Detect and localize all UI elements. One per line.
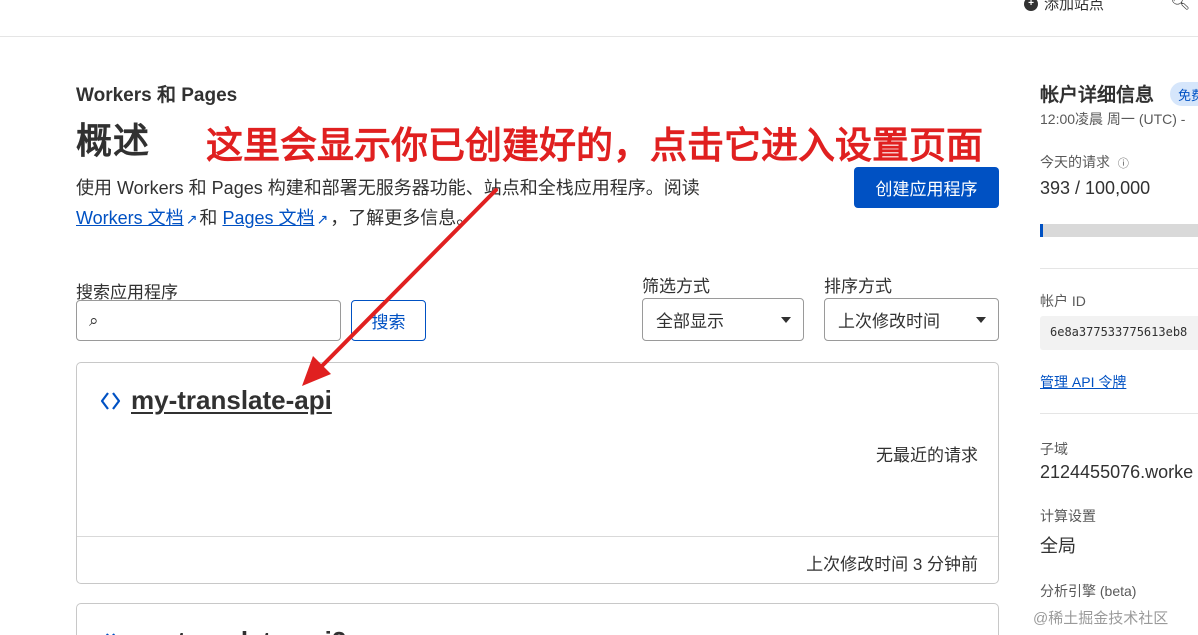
divider	[1040, 413, 1198, 414]
description-text: 使用 Workers 和 Pages 构建和部署无服务器功能、站点和全栈应用程序…	[76, 178, 700, 198]
plan-badge: 免费	[1170, 82, 1198, 106]
workers-docs-link[interactable]: Workers 文档	[76, 208, 184, 228]
filter-selected-value: 全部显示	[656, 312, 724, 331]
analytics-engine-label: 分析引擎 (beta)	[1040, 583, 1137, 599]
search-button[interactable]: 搜索	[351, 300, 426, 341]
search-field: ⌕	[76, 300, 341, 341]
requests-progress-bar	[1040, 224, 1198, 237]
subdomain-label: 子域	[1040, 441, 1068, 457]
account-time: 12:00凌晨 周一 (UTC) -	[1040, 111, 1186, 127]
description-tail: ，了解更多信息。	[330, 208, 475, 228]
search-input[interactable]	[113, 307, 333, 335]
app-card[interactable]: my-translate-api 无最近的请求 上次修改时间 3 分钟前	[76, 362, 999, 584]
app-name-row: my-translate-api2	[99, 626, 346, 635]
account-id-value[interactable]: 6e8a377533775613eb8	[1040, 316, 1198, 350]
workers-icon	[100, 391, 121, 410]
page-description: 使用 Workers 和 Pages 构建和部署无服务器功能、站点和全栈应用程序…	[76, 173, 816, 234]
app-name-link[interactable]: my-translate-api2	[131, 626, 346, 635]
page-subtitle: Workers 和 Pages	[76, 85, 238, 106]
annotation-text: 这里会显示你已创建好的，点击它进入设置页面	[206, 125, 983, 166]
top-bar: + 添加站点 🔍︎	[0, 0, 1198, 37]
requests-value: 393 / 100,000	[1040, 178, 1151, 198]
add-site-button[interactable]: + 添加站点	[1024, 0, 1104, 14]
page-title: 概述	[76, 120, 151, 161]
sort-label: 排序方式	[824, 277, 892, 296]
compute-settings-value: 全局	[1040, 536, 1076, 556]
app-name-row: my-translate-api	[99, 385, 332, 416]
requests-label-row: 今天的请求 ⓘ	[1040, 152, 1129, 172]
divider	[1040, 268, 1198, 269]
search-icon: ⌕	[89, 311, 99, 330]
chevron-down-icon	[976, 317, 986, 323]
requests-progress-fill	[1040, 224, 1043, 237]
app-card[interactable]: my-translate-api2	[76, 603, 999, 635]
subdomain-value: 2124455076.worke	[1040, 462, 1194, 482]
plus-icon: +	[1024, 0, 1038, 11]
watermark: @稀土掘金技术社区	[1033, 610, 1169, 627]
chevron-down-icon	[781, 317, 791, 323]
app-modified-time: 上次修改时间 3 分钟前	[806, 555, 978, 574]
sort-select[interactable]: 上次修改时间	[824, 298, 999, 341]
manage-api-tokens-link[interactable]: 管理 API 令牌	[1040, 372, 1126, 392]
app-requests-status: 无最近的请求	[876, 446, 978, 465]
sort-selected-value: 上次修改时间	[838, 312, 940, 331]
requests-label: 今天的请求	[1040, 154, 1110, 170]
compute-settings-label: 计算设置	[1040, 508, 1096, 524]
filter-label: 筛选方式	[642, 277, 710, 296]
external-link-icon: ↗	[316, 211, 329, 227]
workers-icon	[105, 632, 116, 635]
account-details-title: 帐户详细信息	[1040, 85, 1155, 106]
add-site-label: 添加站点	[1044, 0, 1105, 13]
description-and: 和	[199, 208, 218, 228]
pages-docs-link[interactable]: Pages 文档	[222, 208, 314, 228]
create-application-button[interactable]: 创建应用程序	[854, 167, 999, 208]
account-id-label: 帐户 ID	[1040, 293, 1086, 309]
external-link-icon: ↗	[185, 211, 198, 227]
app-card-footer: 上次修改时间 3 分钟前	[77, 536, 998, 584]
info-icon[interactable]: ⓘ	[1118, 158, 1129, 170]
search-icon[interactable]: 🔍︎	[1170, 0, 1190, 12]
app-name-link[interactable]: my-translate-api	[131, 385, 332, 416]
filter-select[interactable]: 全部显示	[642, 298, 804, 341]
